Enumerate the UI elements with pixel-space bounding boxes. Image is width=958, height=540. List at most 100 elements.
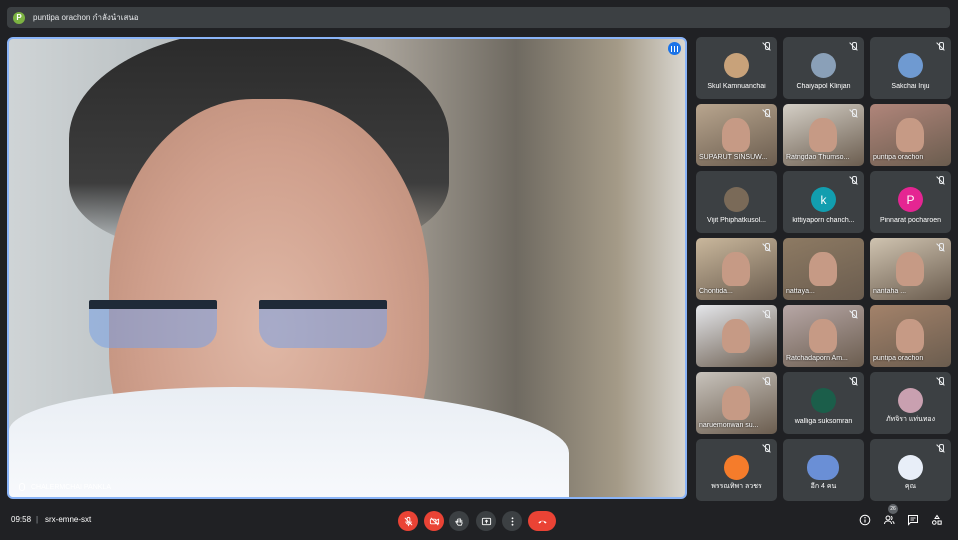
participant-name: อีก 4 คน xyxy=(810,483,837,490)
participant-tile[interactable]: Chaiyapol Klinjan xyxy=(783,37,864,99)
participant-tile[interactable]: Vijit Phiphatkusol... xyxy=(696,171,777,233)
participant-tile[interactable]: พรรณทิพา ลวชร xyxy=(696,439,777,501)
participant-name: nantaha ... xyxy=(873,288,907,295)
participant-name: kittiyaporn chanch... xyxy=(792,217,855,224)
more-participants-avatar xyxy=(807,455,839,480)
participant-name: SUPARUT SINSUW... xyxy=(699,154,768,161)
participant-letter-avatar xyxy=(724,455,749,480)
participant-tile[interactable]: Ratngdao Thumso... xyxy=(783,104,864,166)
video-shirt xyxy=(9,387,569,497)
mic-muted-icon xyxy=(936,377,945,386)
participant-tile[interactable]: Skul Kamnuanchai xyxy=(696,37,777,99)
chat-icon xyxy=(908,515,918,526)
participant-name: Skul Kamnuanchai xyxy=(707,83,766,90)
mic-muted-icon xyxy=(849,109,858,118)
participant-name: Chontida... xyxy=(699,288,733,295)
participant-tile[interactable]: คุณ xyxy=(870,439,951,501)
people-button[interactable] xyxy=(882,513,896,527)
mic-muted-icon xyxy=(849,42,858,51)
mic-muted-icon xyxy=(936,42,945,51)
mic-muted-icon xyxy=(762,243,771,252)
participant-letter-avatar: P xyxy=(898,187,923,212)
participant-video xyxy=(722,252,750,286)
participant-tile[interactable]: k kittiyaporn chanch... xyxy=(783,171,864,233)
participant-name: naruemonwan su... xyxy=(699,422,759,429)
participant-name: puntipa orachon xyxy=(873,355,924,362)
participant-tile[interactable]: puntipa orachon xyxy=(870,305,951,367)
participant-letter-avatar: k xyxy=(811,187,836,212)
participant-tile[interactable]: naruemonwan su... xyxy=(696,372,777,434)
present-screen-button[interactable] xyxy=(476,511,496,531)
participant-name: puntipa orachon xyxy=(873,154,924,161)
raise-hand-button[interactable] xyxy=(449,511,469,531)
participant-avatar xyxy=(898,388,923,413)
presenter-avatar: P xyxy=(13,11,25,24)
mic-icon xyxy=(19,483,25,491)
meeting-code: srx-emne-sxt xyxy=(45,515,92,524)
participant-name: Chaiyapol Klinjan xyxy=(796,83,851,90)
participant-video xyxy=(722,319,750,353)
participant-avatar xyxy=(811,388,836,413)
participant-video xyxy=(896,252,924,286)
participant-video xyxy=(896,118,924,152)
mic-off-button[interactable] xyxy=(398,511,418,531)
activities-button[interactable] xyxy=(930,513,944,527)
mic-muted-icon xyxy=(936,176,945,185)
participant-count-badge: 26 xyxy=(888,504,898,514)
speaking-indicator-icon xyxy=(668,42,681,55)
participant-avatar xyxy=(898,53,923,78)
participant-tile[interactable]: อีก 4 คน xyxy=(783,439,864,501)
more-vert-icon xyxy=(511,516,513,526)
participant-name: คุณ xyxy=(904,483,917,490)
presenting-text: puntipa orachon กำลังนำเสนอ xyxy=(33,13,139,22)
presenting-notification: P puntipa orachon กำลังนำเสนอ xyxy=(7,7,950,28)
leave-call-button[interactable] xyxy=(528,511,556,531)
participant-tile[interactable]: Chontida... xyxy=(696,238,777,300)
hand-icon xyxy=(454,517,463,526)
participant-tile[interactable]: walliga suksomran xyxy=(783,372,864,434)
people-icon xyxy=(884,515,895,525)
participant-video xyxy=(896,319,924,353)
mic-muted-icon xyxy=(762,310,771,319)
camera-off-button[interactable] xyxy=(424,511,444,531)
meeting-time: 09:58 xyxy=(11,515,32,524)
mic-off-icon xyxy=(404,516,412,526)
participant-video xyxy=(722,118,750,152)
participant-tile[interactable]: puntipa orachon xyxy=(870,104,951,166)
participant-name: Ratchadaporn Am... xyxy=(786,355,848,362)
video-glasses xyxy=(89,294,399,354)
participant-video xyxy=(722,386,750,420)
participant-name: พรรณทิพา ลวชร xyxy=(711,483,762,490)
info-icon xyxy=(859,514,871,526)
participant-avatar xyxy=(724,187,749,212)
participant-avatar xyxy=(724,53,749,78)
participant-name: nattaya... xyxy=(786,288,815,295)
separator: | xyxy=(36,515,39,524)
participant-tile[interactable]: Sakchai Inju xyxy=(870,37,951,99)
camera-off-icon xyxy=(429,517,439,525)
participant-tile[interactable]: P Pinnarat pocharoen xyxy=(870,171,951,233)
mic-muted-icon xyxy=(849,310,858,319)
participant-name: walliga suksomran xyxy=(794,418,853,425)
bottom-toolbar: 09:58 | srx-emne-sxt xyxy=(0,503,958,540)
mic-muted-icon xyxy=(936,444,945,453)
participant-name: Sakchai Inju xyxy=(891,83,930,90)
participant-tile[interactable] xyxy=(696,305,777,367)
participant-name: ภัทจิรา แท่นทอง xyxy=(885,416,936,423)
mic-muted-icon xyxy=(762,444,771,453)
participant-video xyxy=(809,118,837,152)
mic-muted-icon xyxy=(762,377,771,386)
meeting-info-button[interactable] xyxy=(858,513,872,527)
main-video[interactable]: CHALERMCHAI PANKLA xyxy=(7,37,687,499)
mic-muted-icon xyxy=(849,176,858,185)
participant-name: Ratngdao Thumso... xyxy=(786,154,850,161)
mic-muted-icon xyxy=(849,377,858,386)
participant-tile[interactable]: ภัทจิรา แท่นทอง xyxy=(870,372,951,434)
participant-tile[interactable]: nantaha ... xyxy=(870,238,951,300)
participant-tile[interactable]: SUPARUT SINSUW... xyxy=(696,104,777,166)
more-options-button[interactable] xyxy=(502,511,522,531)
participant-avatar xyxy=(898,455,923,480)
participant-tile[interactable]: nattaya... xyxy=(783,238,864,300)
participant-tile[interactable]: Ratchadaporn Am... xyxy=(783,305,864,367)
chat-button[interactable] xyxy=(906,513,920,527)
